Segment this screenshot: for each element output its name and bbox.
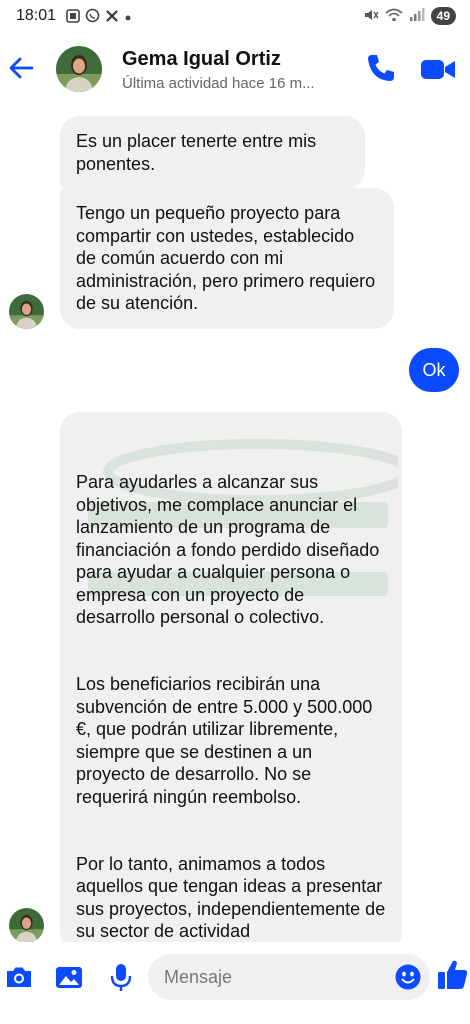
incoming-message[interactable]: Tengo un pequeño proyecto para compartir… [60,188,394,329]
mute-icon [363,8,379,25]
status-time: 18:01 [16,7,57,24]
wifi-icon [385,8,403,25]
thumbs-up-icon[interactable] [436,957,470,993]
message-composer: Mensaje [0,942,470,1024]
message-paragraph: Los beneficiarios recibirán una subvenci… [76,674,373,807]
whatsapp-icon [85,8,100,26]
outgoing-message[interactable]: Ok [409,348,459,392]
conversation-header: Gema Igual Ortiz Última actividad hace 1… [0,34,470,110]
phone-icon[interactable] [364,51,398,85]
signal-icon [409,7,425,25]
battery-indicator: 49 [430,7,456,25]
last-active-status: Última actividad hace 16 m... [122,75,315,92]
video-camera-icon[interactable] [418,52,458,86]
gallery-icon[interactable] [52,960,86,994]
sender-avatar[interactable] [9,908,44,942]
emoji-icon[interactable] [394,963,422,991]
incoming-message[interactable]: Es un placer tenerte entre mis ponentes. [60,116,365,189]
status-bar: 18:01 49 [0,0,470,34]
message-thread[interactable]: Es un placer tenerte entre mis ponentes.… [0,110,470,942]
screenshot-icon [66,8,80,26]
status-icons-right: 49 [363,7,456,25]
message-placeholder: Mensaje [164,967,233,987]
back-arrow-icon[interactable] [6,50,38,86]
x-icon [105,9,119,26]
message-paragraph: Para ayudarles a alcanzar sus objetivos,… [76,472,380,627]
incoming-message[interactable]: Para ayudarles a alcanzar sus objetivos,… [60,412,402,942]
sender-avatar[interactable] [9,294,44,329]
microphone-icon[interactable] [104,960,138,994]
message-paragraph: Por lo tanto, animamos a todos aquellos … [76,853,386,942]
dot-icon [124,10,132,25]
status-icons-left [66,8,132,26]
contact-avatar[interactable] [56,46,102,92]
camera-icon[interactable] [2,960,36,994]
message-input[interactable]: Mensaje [148,954,430,1000]
contact-name[interactable]: Gema Igual Ortiz [122,48,281,71]
